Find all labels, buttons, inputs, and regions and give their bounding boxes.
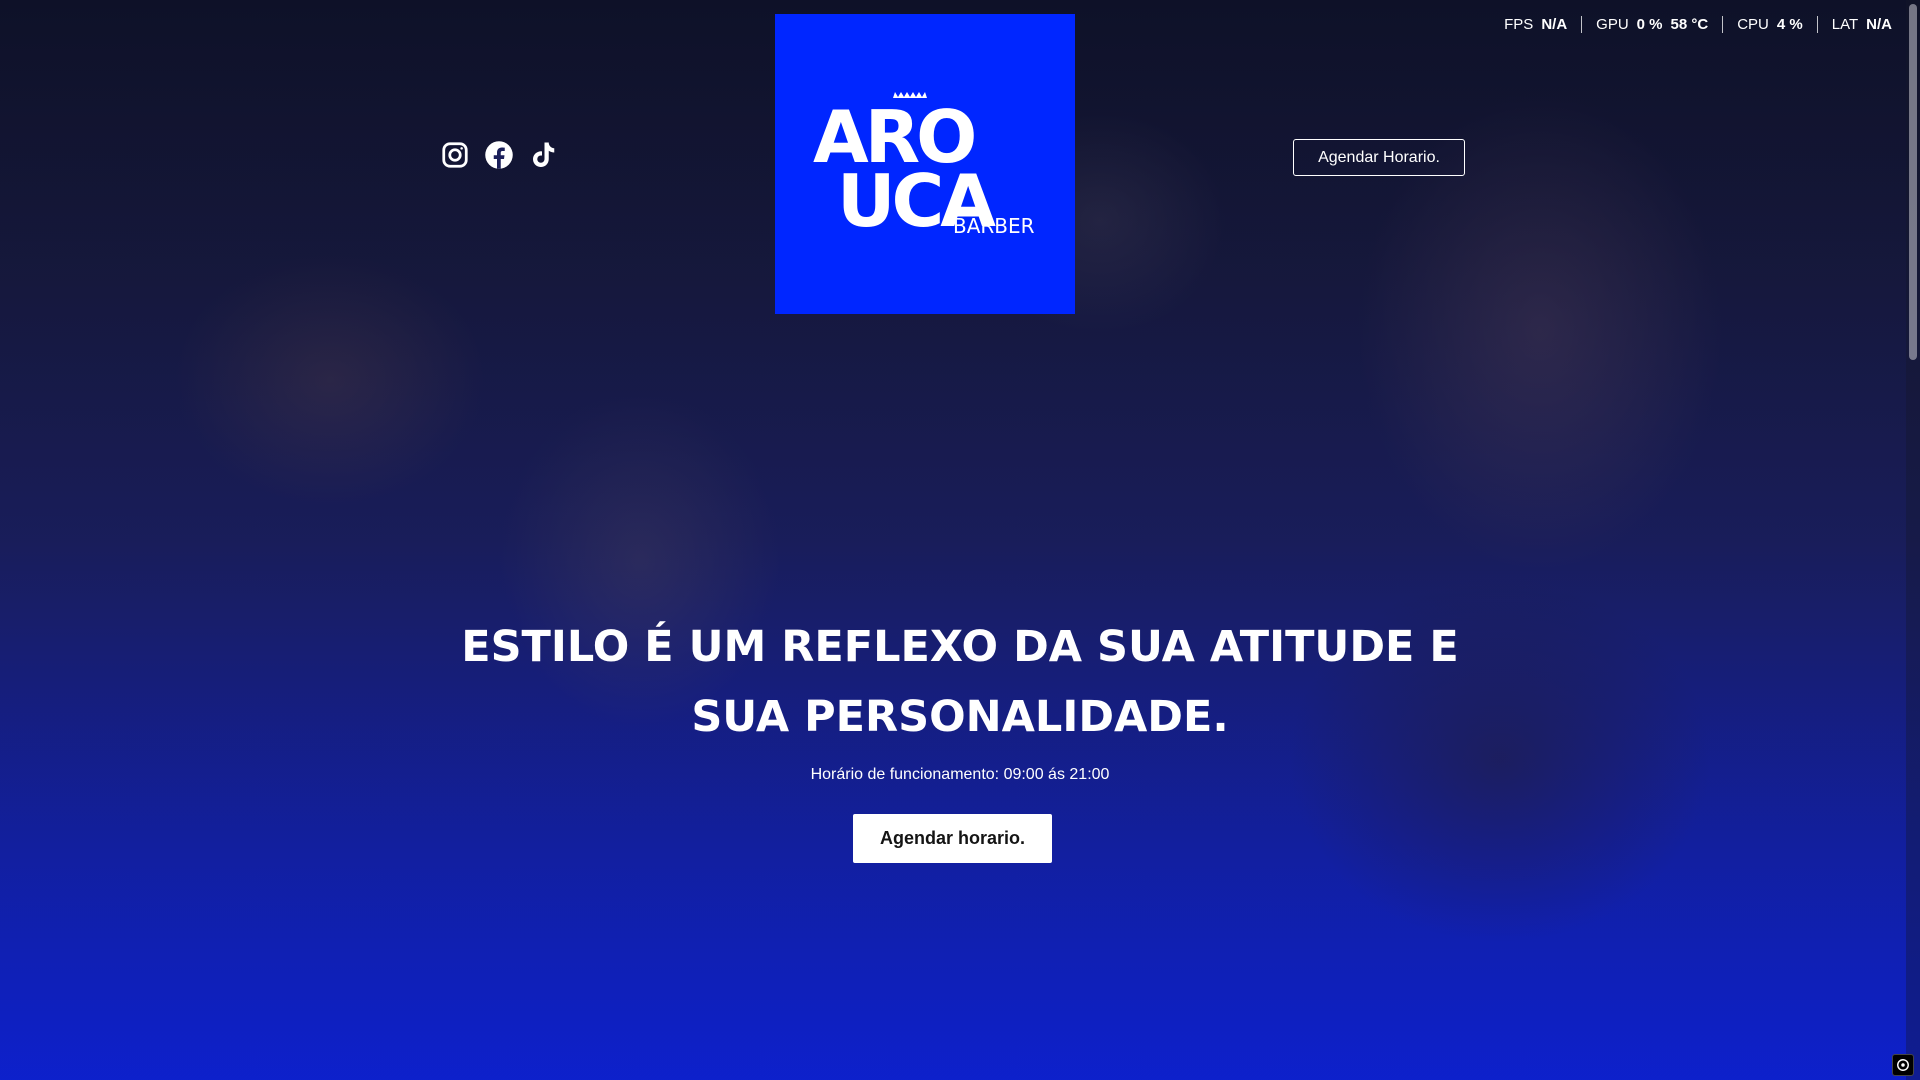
tiktok-icon[interactable]: [528, 140, 558, 170]
arouca-barber-logo[interactable]: ARO UCA BARBER: [775, 14, 1075, 314]
scrollbar-thumb[interactable]: [1909, 4, 1917, 360]
metric-cpu: CPU 4 %: [1722, 16, 1817, 33]
performance-overlay: FPS N/A GPU 0 % 58 °C CPU 4 % LAT N/A: [1490, 16, 1906, 33]
metric-lat: LAT N/A: [1816, 16, 1906, 33]
facebook-icon[interactable]: [484, 140, 514, 170]
header-book-button[interactable]: Agendar Horario.: [1293, 139, 1465, 176]
social-links: [440, 140, 558, 170]
metric-value: N/A: [1866, 16, 1892, 33]
metric-value: 58 °C: [1670, 16, 1709, 33]
hero-book-button[interactable]: Agendar horario.: [853, 814, 1052, 863]
hero-headline: ESTILO É UM REFLEXO DA SUA ATITUDE E SUA…: [460, 612, 1460, 752]
logo-tagline: BARBER: [953, 214, 1035, 238]
page-scrollbar[interactable]: [1906, 0, 1920, 1080]
hero-headline-line2: SUA PERSONALIDADE.: [691, 692, 1229, 742]
metric-label: FPS: [1504, 16, 1534, 33]
hero-headline-line1: ESTILO É UM REFLEXO DA SUA ATITUDE E: [461, 622, 1459, 672]
instagram-icon[interactable]: [440, 140, 470, 170]
metric-value: 4 %: [1776, 16, 1803, 33]
metric-value: N/A: [1541, 16, 1568, 33]
opening-hours: Horário de funcionamento: 09:00 ás 21:00: [810, 766, 1110, 783]
metric-value: 0 %: [1636, 16, 1663, 33]
metric-label: GPU: [1596, 16, 1629, 33]
accessibility-widget-icon[interactable]: [1892, 1054, 1914, 1076]
metric-label: CPU: [1737, 16, 1769, 33]
metric-gpu: GPU 0 % 58 °C: [1581, 16, 1722, 33]
metric-label: LAT: [1831, 16, 1859, 33]
metric-fps: FPS N/A: [1490, 16, 1581, 33]
